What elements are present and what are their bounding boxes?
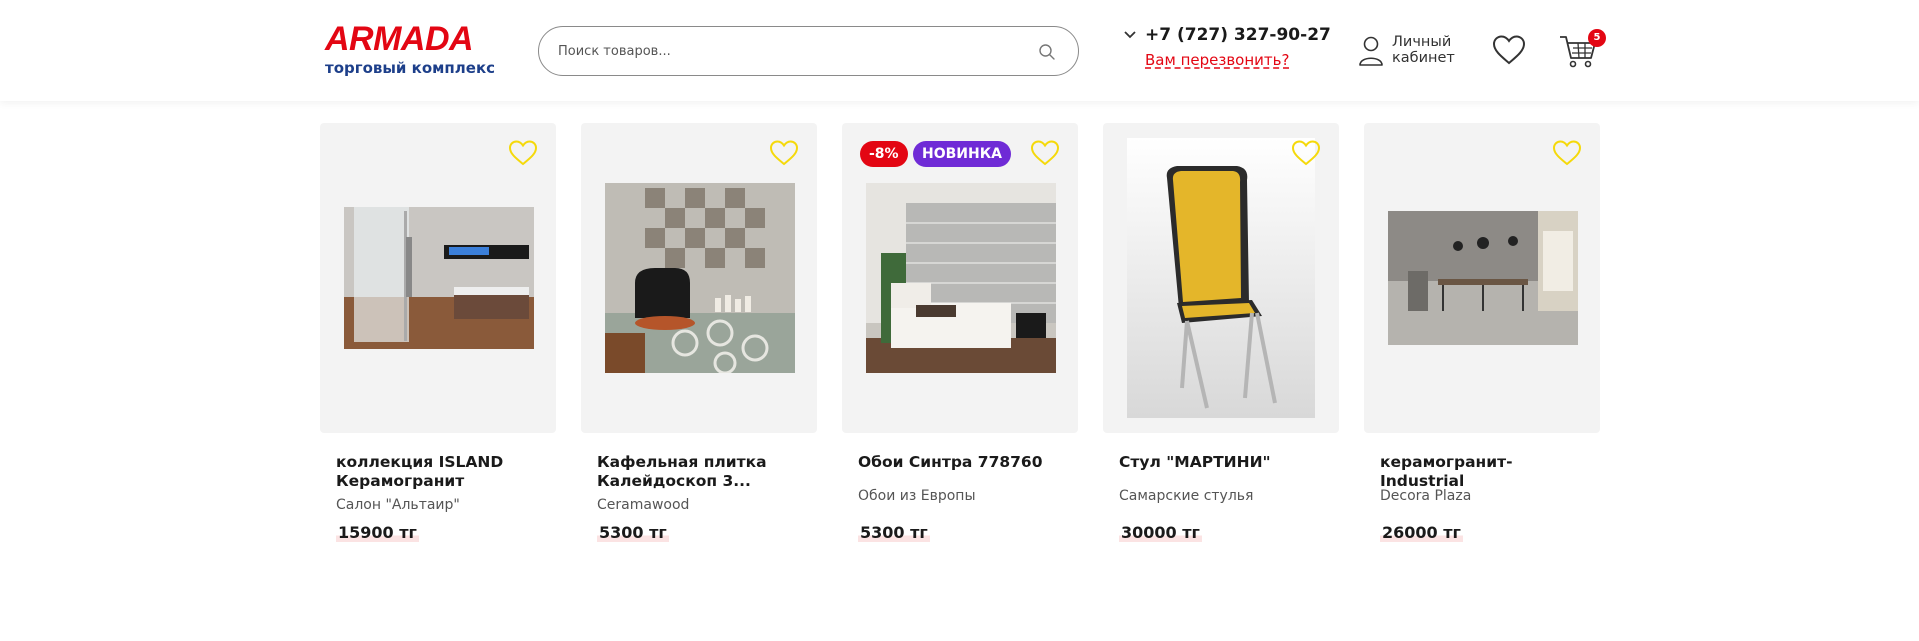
favorites-heart-icon[interactable] <box>1492 34 1526 66</box>
product-image[interactable] <box>866 183 1056 373</box>
favorite-heart-icon[interactable] <box>769 139 799 167</box>
search-icon[interactable] <box>1038 43 1056 61</box>
product-card[interactable]: керамогранит-Industrial Decora Plaza 260… <box>1364 123 1600 563</box>
product-seller: Decora Plaza <box>1380 488 1472 504</box>
product-price: 15900 тг <box>336 523 419 542</box>
product-image-area[interactable] <box>581 123 817 433</box>
search-input[interactable] <box>558 39 1018 63</box>
favorite-heart-icon[interactable] <box>1030 139 1060 167</box>
logo-subtitle: торговый комплекс <box>325 59 496 77</box>
account-link[interactable]: Личный кабинет <box>1357 32 1467 72</box>
logo[interactable]: ARMADA торговый комплекс <box>325 20 496 82</box>
product-image-area[interactable] <box>1103 123 1339 433</box>
product-title[interactable]: коллекция ISLAND Керамогранит <box>336 453 551 491</box>
favorite-heart-icon[interactable] <box>1291 139 1321 167</box>
product-image-area[interactable] <box>1364 123 1600 433</box>
product-card[interactable]: Кафельная плитка Калейдоскоп 3... Cerama… <box>581 123 817 563</box>
product-seller: Салон "Альтаир" <box>336 497 460 513</box>
product-card[interactable]: Стул "МАРТИНИ" Самарские стулья 30000 тг <box>1103 123 1339 563</box>
product-image[interactable] <box>1127 138 1315 418</box>
new-badge: НОВИНКА <box>913 141 1012 167</box>
favorite-heart-icon[interactable] <box>508 139 538 167</box>
account-label: Личный кабинет <box>1392 34 1455 66</box>
product-title[interactable]: керамогранит-Industrial <box>1380 453 1595 491</box>
product-price: 5300 тг <box>597 523 669 542</box>
cart-count-badge: 5 <box>1588 29 1606 47</box>
product-card[interactable]: коллекция ISLAND Керамогранит Салон "Аль… <box>320 123 556 563</box>
product-seller: Обои из Европы <box>858 488 976 504</box>
product-image[interactable] <box>605 183 795 373</box>
product-title[interactable]: Кафельная плитка Калейдоскоп 3... <box>597 453 812 491</box>
logo-wordmark: ARMADA <box>325 20 474 58</box>
favorite-heart-icon[interactable] <box>1552 139 1582 167</box>
product-image[interactable] <box>344 207 534 349</box>
product-title[interactable]: Стул "МАРТИНИ" <box>1119 453 1334 472</box>
product-price: 30000 тг <box>1119 523 1202 542</box>
product-image-area[interactable] <box>320 123 556 433</box>
product-grid: коллекция ISLAND Керамогранит Салон "Аль… <box>320 123 1600 563</box>
product-price: 26000 тг <box>1380 523 1463 542</box>
phone-block: +7 (727) 327-90-27 Вам перезвонить? <box>1123 25 1333 75</box>
user-icon <box>1359 36 1383 66</box>
chevron-down-icon[interactable] <box>1123 30 1137 40</box>
phone-number[interactable]: +7 (727) 327-90-27 <box>1145 25 1331 45</box>
product-price: 5300 тг <box>858 523 930 542</box>
product-image[interactable] <box>1388 211 1578 345</box>
product-image-area[interactable] <box>842 123 1078 433</box>
product-seller: Самарские стулья <box>1119 488 1254 504</box>
site-header: ARMADA торговый комплекс +7 (727) 327-90… <box>0 0 1919 101</box>
product-card[interactable]: -8% НОВИНКА Обои Синтра 778760 Обои из Е… <box>842 123 1078 563</box>
discount-badge: -8% <box>860 141 908 167</box>
product-title[interactable]: Обои Синтра 778760 <box>858 453 1073 472</box>
callback-link[interactable]: Вам перезвонить? <box>1145 51 1289 69</box>
search-bar <box>538 26 1079 76</box>
product-seller: Ceramawood <box>597 497 690 513</box>
